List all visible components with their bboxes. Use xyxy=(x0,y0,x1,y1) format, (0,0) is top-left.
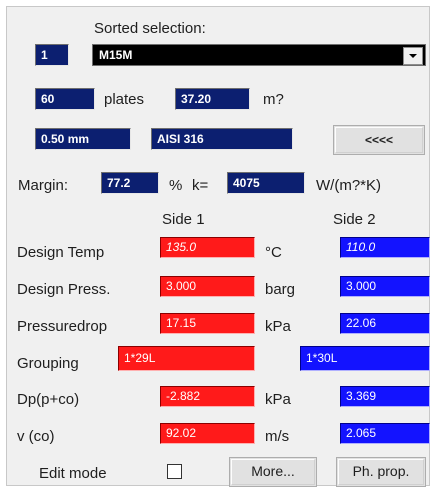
design-temp-side2-field[interactable]: 110.0 xyxy=(340,237,430,258)
side1-header: Side 1 xyxy=(162,211,205,228)
margin-field[interactable]: 77.2 xyxy=(101,172,159,194)
area-unit: m? xyxy=(263,91,284,108)
more-button[interactable]: More... xyxy=(229,457,317,487)
chevron-down-icon[interactable] xyxy=(403,47,423,65)
k-value-field[interactable]: 4075 xyxy=(227,172,305,194)
plate-thickness-field[interactable]: 0.50 mm xyxy=(35,128,131,150)
pressuredrop-side2-field[interactable]: 22.06 xyxy=(340,313,430,334)
grouping-side2-field[interactable]: 1*30L xyxy=(300,346,430,371)
design-temp-label: Design Temp xyxy=(17,244,105,261)
plates-label: plates xyxy=(104,91,145,108)
plates-count-field[interactable]: 60 xyxy=(35,88,95,110)
design-temp-unit: °C xyxy=(265,244,282,261)
more-button-label: More... xyxy=(251,463,295,479)
dp-side2-field[interactable]: 3.369 xyxy=(340,386,430,407)
margin-unit: % xyxy=(169,177,183,194)
velocity-side2-field[interactable]: 2.065 xyxy=(340,423,430,444)
ph-prop-button[interactable]: Ph. prop. xyxy=(336,457,426,487)
dp-side1-field[interactable]: -2.882 xyxy=(160,386,255,407)
grouping-label: Grouping xyxy=(17,355,79,372)
grouping-side1-field[interactable]: 1*29L xyxy=(118,346,255,371)
collapse-button[interactable]: <<<< xyxy=(333,125,425,155)
side2-header: Side 2 xyxy=(333,211,376,228)
design-press-side2-field[interactable]: 3.000 xyxy=(340,276,430,297)
edit-mode-checkbox[interactable] xyxy=(167,464,182,479)
ph-prop-button-label: Ph. prop. xyxy=(352,463,410,479)
edit-mode-label: Edit mode xyxy=(39,465,107,482)
area-field[interactable]: 37.20 xyxy=(175,88,250,110)
design-press-side1-field[interactable]: 3.000 xyxy=(160,276,255,297)
design-press-unit: barg xyxy=(265,281,296,298)
selection-index-field[interactable]: 1 xyxy=(35,44,69,66)
velocity-label: v (co) xyxy=(17,428,55,445)
model-select-value: M15M xyxy=(99,48,133,62)
velocity-unit: m/s xyxy=(265,428,290,445)
dp-unit: kPa xyxy=(265,391,291,408)
k-unit: W/(m?*K) xyxy=(316,177,381,194)
pressuredrop-label: Pressuredrop xyxy=(17,318,108,335)
pressuredrop-side1-field[interactable]: 17.15 xyxy=(160,313,255,334)
plate-material-field[interactable]: AISI 316 xyxy=(151,128,293,150)
pressuredrop-unit: kPa xyxy=(265,318,291,335)
design-press-label: Design Press. xyxy=(17,281,111,298)
sorted-selection-label: Sorted selection: xyxy=(94,20,206,37)
k-label: k= xyxy=(192,177,209,194)
collapse-button-label: <<<< xyxy=(364,133,394,147)
margin-label: Margin: xyxy=(18,177,69,194)
design-temp-side1-field[interactable]: 135.0 xyxy=(160,237,255,258)
model-select[interactable]: M15M xyxy=(92,44,426,66)
dp-label: Dp(p+co) xyxy=(17,391,80,408)
velocity-side1-field[interactable]: 92.02 xyxy=(160,423,255,444)
